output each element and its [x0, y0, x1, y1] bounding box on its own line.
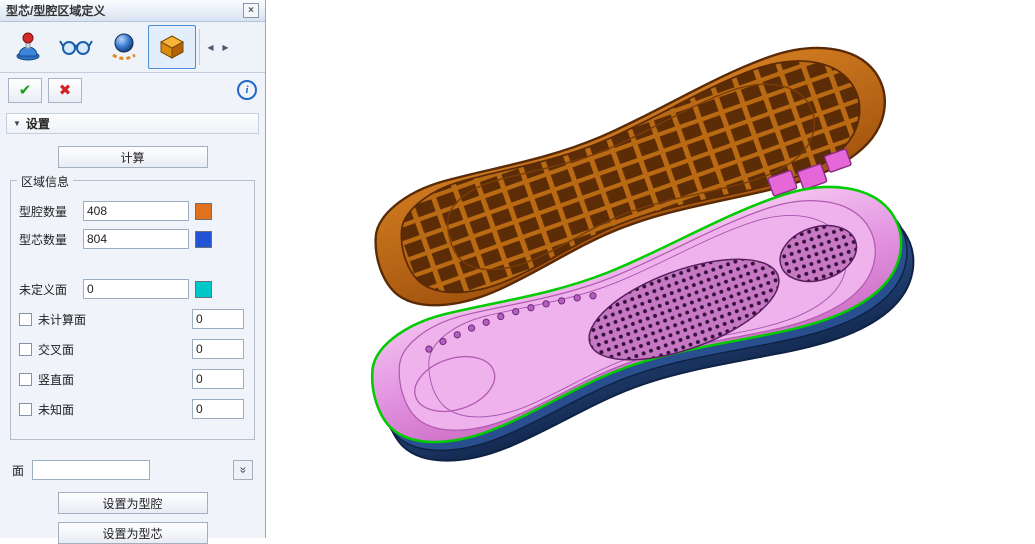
dialog-toolbar: ◀ ▶ — [0, 22, 265, 73]
toolbar-next-arrow[interactable]: ▶ — [218, 27, 233, 67]
ok-button[interactable]: ✔ — [8, 78, 42, 103]
cross-face-input[interactable] — [192, 339, 244, 359]
undefined-face-row: 未定义面 — [19, 279, 246, 299]
uncalculated-face-row: 未计算面 — [19, 309, 246, 329]
unknown-face-input[interactable] — [192, 399, 244, 419]
cavity-color-swatch[interactable] — [195, 203, 212, 220]
confirm-bar: ✔ ✖ i — [0, 73, 265, 105]
dialog-content: 计算 区域信息 型腔数量 型芯数量 未定义面 未计算面 — [0, 134, 265, 544]
cancel-button[interactable]: ✖ — [48, 78, 82, 103]
face-expand-button[interactable]: » — [233, 460, 253, 480]
core-count-row: 型芯数量 — [19, 229, 246, 249]
info-icon[interactable]: i — [237, 80, 257, 100]
double-chevron-icon: » — [236, 467, 250, 474]
set-as-cavity-button[interactable]: 设置为型腔 — [58, 492, 208, 514]
core-cavity-dialog: 型芯/型腔区域定义 × — [0, 0, 266, 538]
uncalculated-face-input[interactable] — [192, 309, 244, 329]
core-stamp-tool-button[interactable] — [4, 25, 52, 69]
sphere-icon — [108, 30, 140, 65]
viewport-canvas — [266, 0, 1035, 538]
core-count-input[interactable] — [83, 229, 189, 249]
calculate-button[interactable]: 计算 — [58, 146, 208, 168]
glasses-view-tool-button[interactable] — [52, 25, 100, 69]
core-stamp-icon — [12, 30, 44, 65]
vertical-face-checkbox[interactable] — [19, 373, 32, 386]
collapse-triangle-icon: ▼ — [13, 119, 21, 128]
uncalculated-face-checkbox[interactable] — [19, 313, 32, 326]
set-as-core-button[interactable]: 设置为型芯 — [58, 522, 208, 544]
cavity-count-label: 型腔数量 — [19, 203, 77, 220]
x-icon: ✖ — [59, 83, 72, 98]
dialog-title: 型芯/型腔区域定义 — [6, 2, 105, 19]
undefined-face-input[interactable] — [83, 279, 189, 299]
settings-label: 设置 — [26, 115, 50, 132]
cavity-count-input[interactable] — [83, 201, 189, 221]
box-region-tool-button[interactable] — [148, 25, 196, 69]
cross-face-label: 交叉面 — [38, 341, 192, 358]
vertical-face-input[interactable] — [192, 369, 244, 389]
region-info-legend: 区域信息 — [17, 173, 73, 190]
core-count-label: 型芯数量 — [19, 231, 77, 248]
vertical-face-label: 竖直面 — [38, 371, 192, 388]
close-icon[interactable]: × — [243, 3, 259, 18]
region-info-groupbox: 区域信息 型腔数量 型芯数量 未定义面 未计算面 — [10, 180, 255, 440]
face-label: 面 — [12, 462, 24, 479]
face-input[interactable] — [32, 460, 150, 480]
core-color-swatch[interactable] — [195, 231, 212, 248]
cavity-count-row: 型腔数量 — [19, 201, 246, 221]
app: { "panel": { "title": "型芯/型腔区域定义", "clos… — [0, 0, 1035, 538]
undefined-face-label: 未定义面 — [19, 281, 77, 298]
toolbar-prev-arrow[interactable]: ◀ — [203, 27, 218, 67]
cross-face-row: 交叉面 — [19, 339, 246, 359]
glasses-icon — [59, 30, 93, 65]
unknown-face-label: 未知面 — [38, 401, 192, 418]
dialog-titlebar: 型芯/型腔区域定义 × — [0, 0, 265, 22]
check-icon: ✔ — [19, 83, 32, 98]
box-icon — [156, 30, 188, 65]
undefined-color-swatch[interactable] — [195, 281, 212, 298]
cross-face-checkbox[interactable] — [19, 343, 32, 356]
settings-section-header[interactable]: ▼ 设置 — [6, 113, 259, 134]
sphere-tool-button[interactable] — [100, 25, 148, 69]
3d-viewport[interactable] — [266, 0, 1035, 538]
toolbar-separator — [199, 29, 200, 65]
unknown-face-checkbox[interactable] — [19, 403, 32, 416]
unknown-face-row: 未知面 — [19, 399, 246, 419]
vertical-face-row: 竖直面 — [19, 369, 246, 389]
face-select-row: 面 » — [12, 460, 253, 480]
uncalculated-face-label: 未计算面 — [38, 311, 192, 328]
